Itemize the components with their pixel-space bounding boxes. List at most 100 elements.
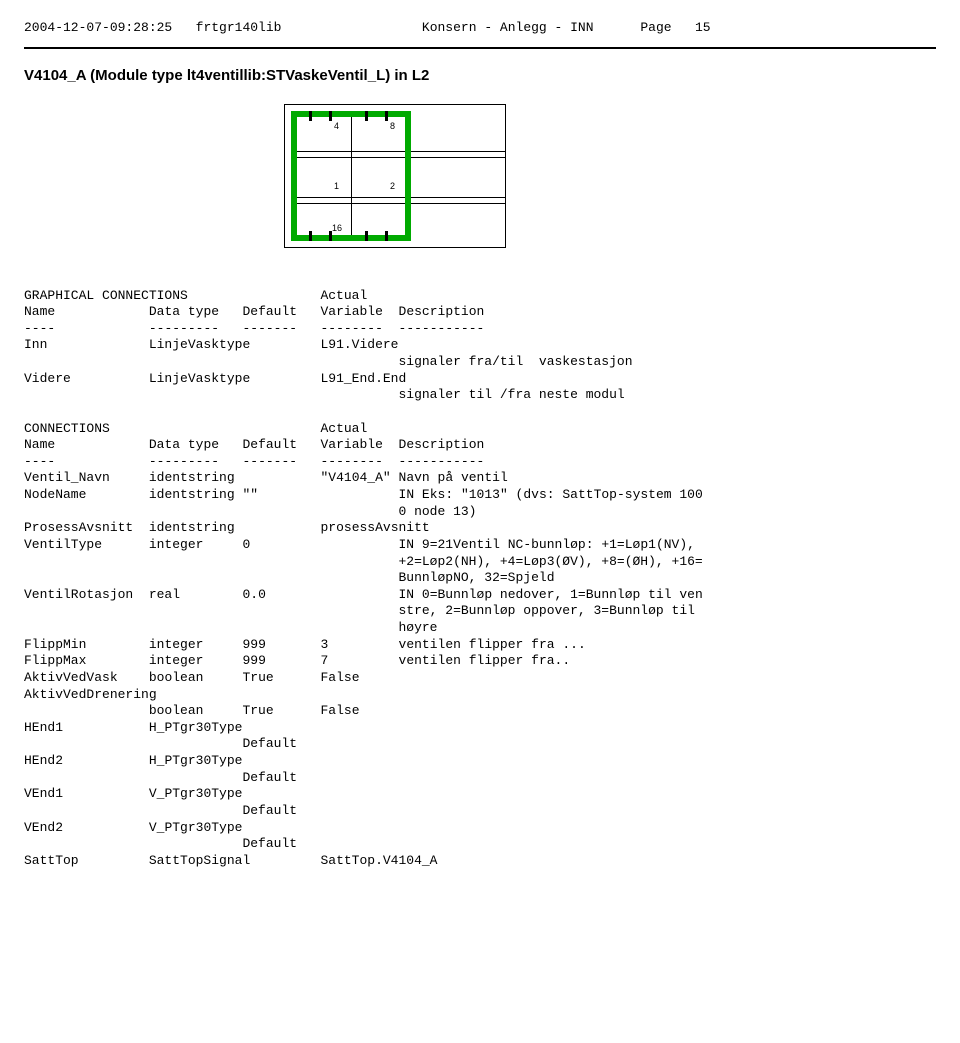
dash: --------	[320, 454, 382, 469]
module-diagram: 4 8 1 2 16	[284, 104, 936, 248]
sec2-heading-left: CONNECTIONS	[24, 421, 110, 436]
row-def: 0	[242, 537, 250, 552]
row-type: integer	[149, 637, 204, 652]
dash: --------	[320, 321, 382, 336]
row-name: VentilType	[24, 537, 102, 552]
row-type: H_PTgr30Type	[149, 753, 243, 768]
row-name: ProsessAvsnitt	[24, 520, 133, 535]
page-header: 2004-12-07-09:28:25 frtgr140lib Konsern …	[24, 20, 936, 35]
row-type: V_PTgr30Type	[149, 820, 243, 835]
row-desc: stre, 2=Bunnløp oppover, 3=Bunnløp til	[398, 603, 694, 618]
row-name: Videre	[24, 371, 71, 386]
col-default: Default	[242, 437, 297, 452]
row-desc: IN Eks: "1013" (dvs: SattTop-system 100	[399, 487, 703, 502]
col-type: Data type	[149, 437, 219, 452]
row-name: SattTop	[24, 853, 79, 868]
row-desc: IN 9=21Ventil NC-bunnløp: +1=Løp1(NV),	[399, 537, 695, 552]
row-var: 7	[320, 653, 328, 668]
row-def: ""	[242, 487, 258, 502]
row-type: identstring	[149, 520, 235, 535]
sec1-heading-right: Actual	[320, 288, 367, 303]
col-variable: Variable	[320, 437, 382, 452]
row-def: 0.0	[242, 587, 265, 602]
row-desc: høyre	[398, 620, 437, 635]
row-type: boolean	[149, 703, 204, 718]
row-type: boolean	[149, 670, 204, 685]
dash: ----	[24, 454, 55, 469]
row-def: Default	[242, 803, 297, 818]
diagram-num-4: 4	[334, 121, 339, 131]
doc-body: GRAPHICAL CONNECTIONS Actual Name Data t…	[24, 288, 936, 870]
row-name: Inn	[24, 337, 47, 352]
row-var: L91.Videre	[320, 337, 398, 352]
row-var: False	[320, 703, 359, 718]
diagram-num-16: 16	[332, 223, 342, 233]
row-desc: signaler til /fra neste modul	[398, 387, 624, 402]
dash: ---------	[149, 454, 219, 469]
diagram-num-2: 2	[390, 181, 395, 191]
header-lib: frtgr140lib	[196, 20, 282, 35]
col-variable: Variable	[320, 304, 382, 319]
row-var: SattTop.V4104_A	[320, 853, 437, 868]
row-name: Ventil_Navn	[24, 470, 110, 485]
sec2-heading-right: Actual	[320, 421, 367, 436]
row-name: VentilRotasjon	[24, 587, 133, 602]
row-var: "V4104_A"	[321, 470, 391, 485]
header-timestamp: 2004-12-07-09:28:25	[24, 20, 172, 35]
row-name: NodeName	[24, 487, 86, 502]
row-type: SattTopSignal	[149, 853, 250, 868]
row-var: 3	[320, 637, 328, 652]
dash: ---------	[149, 321, 219, 336]
row-type: integer	[149, 537, 204, 552]
divider	[24, 47, 936, 49]
row-def: 999	[242, 653, 265, 668]
row-name: HEnd1	[24, 720, 63, 735]
diagram-num-1: 1	[334, 181, 339, 191]
header-pagenum: 15	[695, 20, 711, 35]
dash: -----------	[399, 454, 485, 469]
col-description: Description	[399, 437, 485, 452]
row-desc: +2=Løp2(NH), +4=Løp3(ØV), +8=(ØH), +16=	[398, 554, 702, 569]
row-def: Default	[242, 736, 297, 751]
col-description: Description	[399, 304, 485, 319]
row-type: integer	[149, 653, 204, 668]
col-name: Name	[24, 304, 55, 319]
row-desc: signaler fra/til vaskestasjon	[398, 354, 632, 369]
col-type: Data type	[149, 304, 219, 319]
row-desc: ventilen flipper fra ...	[399, 637, 586, 652]
row-desc: Navn på ventil	[399, 470, 508, 485]
row-type: V_PTgr30Type	[149, 786, 243, 801]
row-name: AktivVedVask	[24, 670, 118, 685]
row-def: True	[242, 703, 273, 718]
row-desc: IN 0=Bunnløp nedover, 1=Bunnløp til ven	[399, 587, 703, 602]
col-default: Default	[242, 304, 297, 319]
sec1-heading-left: GRAPHICAL CONNECTIONS	[24, 288, 188, 303]
row-name: VEnd1	[24, 786, 63, 801]
header-center: Konsern - Anlegg - INN	[422, 20, 594, 35]
row-type: identstring	[149, 470, 235, 485]
dash: ----	[24, 321, 55, 336]
row-def: 999	[242, 637, 265, 652]
header-pagelabel: Page	[640, 20, 671, 35]
row-name: HEnd2	[24, 753, 63, 768]
row-type: real	[149, 587, 180, 602]
row-var: L91_End.End	[320, 371, 406, 386]
row-var: prosessAvsnitt	[320, 520, 429, 535]
dash: -------	[242, 454, 297, 469]
module-title: V4104_A (Module type lt4ventillib:STVask…	[24, 67, 936, 84]
col-name: Name	[24, 437, 55, 452]
row-type: H_PTgr30Type	[149, 720, 243, 735]
row-desc: ventilen flipper fra..	[399, 653, 571, 668]
dash: -------	[242, 321, 297, 336]
row-def: Default	[242, 836, 297, 851]
row-def: Default	[242, 770, 297, 785]
row-type: LinjeVasktype	[149, 371, 250, 386]
row-desc: BunnløpNO, 32=Spjeld	[398, 570, 554, 585]
row-name: FlippMin	[24, 637, 86, 652]
row-var: False	[321, 670, 360, 685]
row-type: LinjeVasktype	[149, 337, 250, 352]
diagram-num-8: 8	[390, 121, 395, 131]
row-type: identstring	[149, 487, 235, 502]
row-def: True	[242, 670, 273, 685]
row-name: VEnd2	[24, 820, 63, 835]
